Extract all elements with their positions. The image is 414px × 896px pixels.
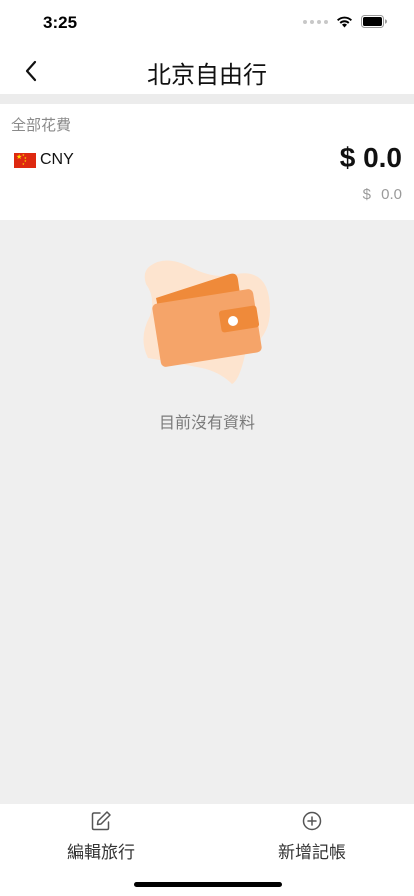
bottom-toolbar: 編輯旅行 新增記帳 <box>0 804 414 896</box>
currency-selector[interactable]: ★ ★ ★ ★ ★ CNY <box>14 151 74 169</box>
converted-amount: $ 0.0 <box>362 186 402 203</box>
edit-trip-button[interactable]: 編輯旅行 <box>31 810 171 866</box>
add-expense-button[interactable]: 新增記帳 <box>242 810 382 866</box>
empty-message: 目前沒有資料 <box>158 413 255 432</box>
plus-circle-icon <box>302 811 322 831</box>
expense-summary-card: 全部花費 ★ ★ ★ ★ ★ CNY $ 0.0 $ 0.0 <box>0 104 414 220</box>
total-amount: $ 0.0 <box>339 142 402 173</box>
signal-icon <box>303 19 328 24</box>
status-icons <box>303 15 388 28</box>
edit-trip-label: 編輯旅行 <box>67 843 135 863</box>
empty-state: 目前沒有資料 <box>0 220 414 804</box>
summary-label: 全部花費 <box>11 116 72 134</box>
add-expense-label: 新增記帳 <box>278 843 346 863</box>
status-time: 3:25 <box>43 13 78 32</box>
currency-code: CNY <box>40 151 74 168</box>
status-bar: 3:25 <box>0 0 414 48</box>
page-title: 北京自由行 <box>147 61 267 89</box>
china-flag-icon: ★ ★ ★ ★ ★ <box>14 152 36 168</box>
home-indicator[interactable] <box>134 882 282 887</box>
wifi-icon <box>337 16 352 28</box>
divider <box>0 94 414 104</box>
nav-bar: 北京自由行 <box>0 48 414 94</box>
battery-icon <box>361 15 387 28</box>
edit-icon <box>91 811 111 831</box>
wallet-icon <box>143 260 270 384</box>
